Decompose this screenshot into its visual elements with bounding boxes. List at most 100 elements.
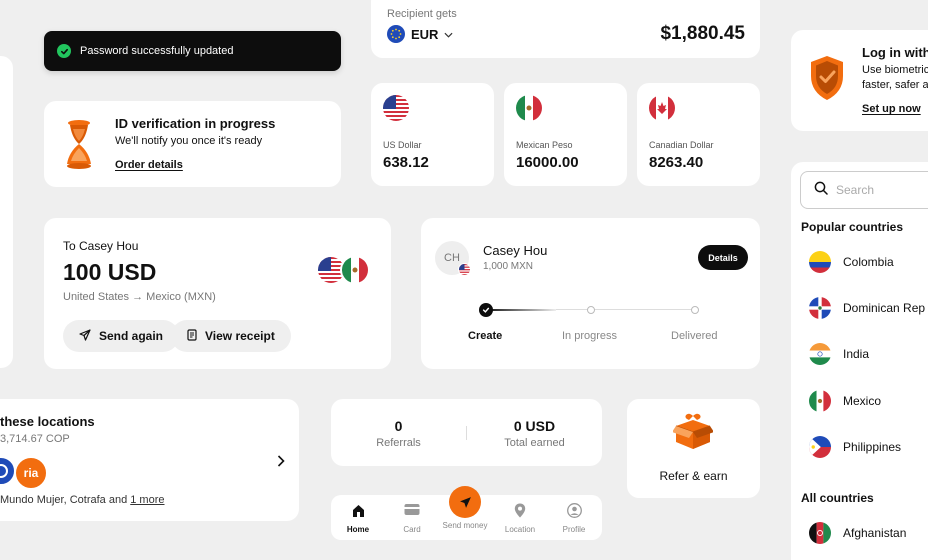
location-pin-icon [498,503,542,519]
us-flag-icon [458,263,471,276]
all-countries-heading: All countries [801,491,874,505]
recipient-gets-card: Recipient gets EUR $1,880.45 [371,0,760,58]
locations-names: Mundo Mujer, Cotrafa and [0,494,131,506]
id-verification-card: ID verification in progress We'll notify… [44,101,341,187]
step-label-create: Create [468,330,503,342]
refer-earn-card[interactable]: Refer & earn [627,399,760,498]
locations-text: Mundo Mujer, Cotrafa and 1 more [0,494,165,506]
chevron-right-icon[interactable] [277,454,285,472]
recipient-amount: $1,880.45 [660,23,745,44]
mexico-flag-icon [340,255,370,285]
philippines-flag-icon [809,436,831,458]
eu-flag-icon [387,25,405,43]
login-title: Log in with [862,45,928,60]
mexico-flag-icon [809,390,831,412]
search-icon [814,181,828,200]
biometric-login-card: Log in with Use biometric faster, safer … [791,30,928,131]
currency-card-cad[interactable]: Canadian Dollar 8263.40 [637,83,760,186]
nav-home[interactable]: Home [337,503,379,537]
total-earned-label: Total earned [504,437,565,449]
send-again-label: Send again [99,329,164,343]
shield-icon [808,54,846,107]
country-name: Mexico [843,394,882,408]
locations-amount: 3,714.67 COP [0,433,70,445]
id-verification-title: ID verification in progress [115,116,276,131]
details-button[interactable]: Details [698,245,748,270]
country-item-colombia[interactable]: Colombia [809,251,894,273]
country-item-dominican-republic[interactable]: Dominican Rep [809,297,925,319]
send-money-icon [449,486,481,518]
nav-card-label: Card [403,525,421,534]
view-receipt-button[interactable]: View receipt [171,320,291,352]
locations-title: these locations [0,414,95,429]
step-label-in-progress: In progress [562,330,618,342]
tracker-name: Casey Hou [483,243,548,258]
gift-box-icon [672,412,714,455]
login-line2: faster, safer a [862,79,928,91]
ria-logo-text: ria [23,466,39,480]
country-selector-panel: Search Popular countries Colombia Domini… [791,162,928,560]
nav-send-money[interactable]: Send money [437,486,493,530]
chevron-down-icon [444,25,453,43]
send-icon [79,328,91,344]
currency-name: Canadian Dollar [649,140,714,150]
colombia-flag-icon [809,251,831,273]
view-receipt-label: View receipt [205,329,275,343]
transfer-tracker-card: CH Casey Hou 1,000 MXN Details Create In… [421,218,760,369]
currency-name: US Dollar [383,140,422,150]
currency-card-usd[interactable]: US Dollar 638.12 [371,83,494,186]
home-icon [337,503,379,519]
login-line1: Use biometric [862,64,928,76]
country-item-philippines[interactable]: Philippines [809,436,901,458]
nav-home-label: Home [346,525,370,534]
partial-left-card [0,56,13,368]
currency-value: 638.12 [383,154,429,171]
toast-message: Password successfully updated [80,45,234,57]
order-details-link[interactable]: Order details [115,159,183,171]
popular-countries-heading: Popular countries [801,220,904,234]
search-input[interactable]: Search [800,171,928,209]
currency-value: 16000.00 [516,154,579,171]
check-circle-icon [57,44,71,58]
country-item-afghanistan[interactable]: Afghanistan [809,522,906,544]
nav-location-label: Location [504,525,536,534]
search-placeholder: Search [836,183,875,197]
nav-profile-label: Profile [562,525,586,534]
currency-select[interactable]: EUR [387,25,453,43]
ria-logo: ria [14,456,48,490]
mexico-flag-icon [516,95,542,121]
country-item-mexico[interactable]: Mexico [809,390,881,412]
dominican-flag-icon [809,297,831,319]
canada-flag-icon [649,95,675,121]
country-item-india[interactable]: India [809,343,869,365]
total-earned-value: 0 USD [513,418,556,434]
country-name: Colombia [843,255,894,269]
send-again-button[interactable]: Send again [63,320,180,352]
nav-profile[interactable]: Profile [553,503,595,537]
step-pending-dot [587,306,595,314]
locations-card[interactable]: these locations 3,714.67 COP ria Mundo M… [0,399,299,521]
more-locations-link[interactable]: 1 more [130,494,164,506]
recipient-label: Recipient gets [387,8,457,20]
step-label-delivered: Delivered [671,330,718,342]
country-name: Philippines [843,440,902,454]
nav-card[interactable]: Card [391,503,433,537]
referrals-count: 0 [394,418,403,434]
bottom-nav: Home Card Send money Location Profile [331,486,602,540]
step-complete-icon [479,303,493,317]
country-name: Dominican Rep [843,301,926,315]
currency-card-mxn[interactable]: Mexican Peso 16000.00 [504,83,627,186]
nav-location[interactable]: Location [498,503,542,537]
referrals-label: Referrals [376,437,421,449]
step-pending-dot [691,306,699,314]
transfer-recipient: To Casey Hou [63,239,139,253]
hourglass-icon [64,120,94,175]
set-up-now-link[interactable]: Set up now [862,103,921,115]
tracker-amount: 1,000 MXN [483,261,534,272]
referrals-card: 0 Referrals 0 USD Total earned [331,399,602,466]
progress-fill [486,309,556,311]
india-flag-icon [809,343,831,365]
transfer-amount: 100 USD [63,259,157,285]
currency-code: EUR [411,26,439,42]
transfer-card: To Casey Hou 100 USD United States → Mex… [44,218,391,369]
